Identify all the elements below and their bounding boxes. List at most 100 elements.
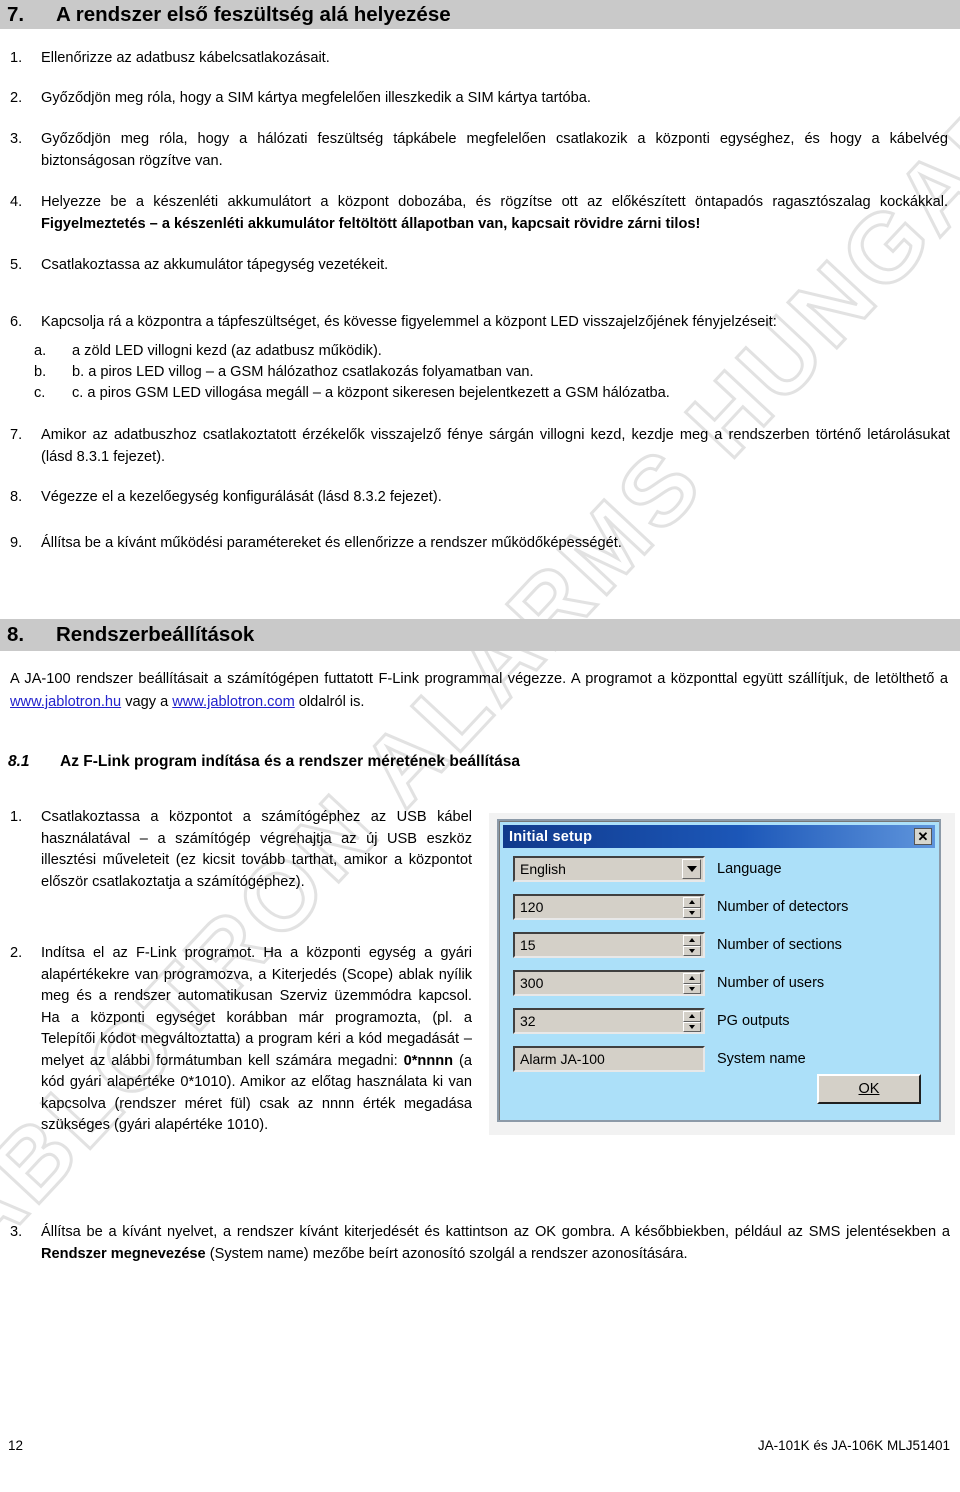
- sub-list-marker: b.: [34, 364, 47, 380]
- number-of-detectors-label: Number of detectors: [717, 899, 849, 915]
- list-text-normal: Helyezze be a készenléti akkumulátort a …: [41, 194, 948, 210]
- list-marker: 7.: [10, 427, 23, 443]
- list-marker: 8.: [10, 489, 23, 505]
- list-marker: 2.: [10, 945, 23, 961]
- spinner-icon[interactable]: [683, 1011, 701, 1032]
- intro-text-3: oldalról is.: [294, 694, 365, 710]
- list-text-bold: Rendszer megnevezése: [41, 1245, 206, 1262]
- list-text: Győződjön meg róla, hogy a hálózati fesz…: [41, 131, 948, 169]
- list-item: 4. Helyezze be a készenléti akkumulátort…: [10, 192, 948, 235]
- list-text: Amikor az adatbuszhoz csatlakoztatott ér…: [41, 427, 950, 465]
- list-item: 3. Győződjön meg róla, hogy a hálózati f…: [10, 129, 948, 172]
- list-item: 3. Állítsa be a kívánt nyelvet, a rendsz…: [10, 1222, 950, 1265]
- list-text: Állítsa be a kívánt működési paraméterek…: [41, 535, 622, 551]
- number-of-detectors-stepper[interactable]: 120: [513, 894, 705, 920]
- list-item: 7. Amikor az adatbuszhoz csatlakoztatott…: [10, 425, 950, 468]
- dialog-row-detectors: 120 Number of detectors: [513, 893, 848, 921]
- dialog-row-users: 300 Number of users: [513, 969, 824, 997]
- number-of-sections-stepper[interactable]: 15: [513, 932, 705, 958]
- list-text: Végezze el a kezelőegység konfigurálását…: [41, 489, 442, 505]
- list-marker: 5.: [10, 257, 23, 273]
- language-label: Language: [717, 861, 782, 877]
- number-of-sections-label: Number of sections: [717, 937, 842, 953]
- pg-outputs-value: 32: [520, 1013, 536, 1029]
- list-text: Csatlakoztassa a központot a számítógéph…: [41, 809, 472, 890]
- pg-outputs-label: PG outputs: [717, 1013, 790, 1029]
- section-8-1-title: Az F-Link program indítása és a rendszer…: [60, 753, 520, 770]
- system-name-label: System name: [717, 1051, 806, 1067]
- document-id: JA-101K és JA-106K MLJ51401: [757, 1438, 950, 1453]
- list-text-normal: Állítsa be a kívánt nyelvet, a rendszer …: [41, 1224, 950, 1240]
- list-item: 2. Győződjön meg róla, hogy a SIM kártya…: [10, 88, 940, 110]
- list-text-normal-2: (System name) mezőbe beírt azonosító szo…: [205, 1245, 688, 1262]
- list-item: 2. Indítsa el az F-Link programot. Ha a …: [10, 943, 472, 1137]
- list-text: Csatlakoztassa az akkumulátor tápegység …: [41, 257, 389, 273]
- list-item: 1. Ellenőrizze az adatbusz kábelcsatlako…: [10, 48, 940, 70]
- list-marker: 4.: [10, 194, 23, 210]
- intro-text-1: A JA-100 rendszer beállításait a számító…: [10, 671, 948, 687]
- list-text-normal: Indítsa el az F-Link programot. Ha a köz…: [41, 945, 472, 1069]
- list-marker: 9.: [10, 535, 23, 551]
- chevron-down-icon[interactable]: [682, 859, 701, 879]
- sub-list-item: a. a zöld LED villogni kezd (az adatbusz…: [34, 341, 944, 363]
- list-text: Helyezze be a készenléti akkumulátort a …: [41, 192, 948, 235]
- system-name-value: Alarm JA-100: [520, 1051, 605, 1067]
- spinner-icon[interactable]: [683, 973, 701, 994]
- list-marker: 2.: [10, 90, 23, 106]
- dialog-row-system-name: Alarm JA-100 System name: [513, 1045, 806, 1073]
- list-marker: 1.: [10, 50, 23, 66]
- list-item: 6. Kapcsolja rá a központra a tápfeszült…: [10, 312, 950, 334]
- section-8-intro: A JA-100 rendszer beállításait a számító…: [10, 668, 948, 714]
- number-of-sections-value: 15: [520, 937, 536, 953]
- list-marker: 6.: [10, 314, 23, 330]
- dialog-window: Initial setup ✕ English Language 120 Num…: [497, 819, 941, 1122]
- close-icon[interactable]: ✕: [914, 828, 932, 845]
- number-of-users-label: Number of users: [717, 975, 825, 991]
- list-marker: 1.: [10, 809, 23, 825]
- list-text-bold: Figyelmeztetés – a készenléti akkumuláto…: [41, 215, 701, 232]
- dialog-row-sections: 15 Number of sections: [513, 931, 842, 959]
- sub-list-item: b. b. a piros LED villog – a GSM hálózat…: [34, 362, 944, 384]
- list-text: Győződjön meg róla, hogy a SIM kártya me…: [41, 90, 591, 106]
- ok-button-label: OK: [858, 1081, 880, 1097]
- spinner-icon[interactable]: [683, 897, 701, 918]
- dialog-row-language: English Language: [513, 855, 782, 883]
- list-text: Ellenőrizze az adatbusz kábelcsatlakozás…: [41, 50, 330, 66]
- system-name-input[interactable]: Alarm JA-100: [513, 1046, 705, 1072]
- list-text: Kapcsolja rá a központra a tápfeszültség…: [41, 314, 777, 330]
- dialog-row-pg-outputs: 32 PG outputs: [513, 1007, 790, 1035]
- dialog-titlebar: Initial setup ✕: [503, 825, 935, 848]
- list-text-bold: 0*nnnn: [403, 1052, 454, 1069]
- list-item: 9. Állítsa be a kívánt működési paraméte…: [10, 533, 940, 555]
- list-text: Állítsa be a kívánt nyelvet, a rendszer …: [41, 1222, 950, 1265]
- sub-list-text: b. a piros LED villog – a GSM hálózathoz…: [72, 364, 534, 380]
- language-select[interactable]: English: [513, 856, 705, 882]
- number-of-users-value: 300: [520, 975, 544, 991]
- sub-list-text: c. a piros GSM LED villogása megáll – a …: [72, 385, 670, 401]
- intro-text-2: vagy a: [121, 694, 173, 710]
- list-text: Indítsa el az F-Link programot. Ha a köz…: [41, 943, 472, 1137]
- pg-outputs-stepper[interactable]: 32: [513, 1008, 705, 1034]
- sub-list-item: c. c. a piros GSM LED villogása megáll –…: [34, 383, 944, 405]
- section-7-number: 7.: [7, 2, 25, 26]
- section-8-heading: 8. Rendszerbeállítások: [0, 619, 960, 651]
- list-item: 1. Csatlakoztassa a központot a számítóg…: [10, 807, 472, 893]
- sub-list-marker: a.: [34, 343, 47, 359]
- list-item: 5. Csatlakoztassa az akkumulátor tápegys…: [10, 255, 940, 277]
- page-number: 12: [8, 1438, 24, 1453]
- initial-setup-dialog-screenshot: Initial setup ✕ English Language 120 Num…: [489, 813, 955, 1135]
- ok-button[interactable]: OK: [817, 1074, 921, 1104]
- list-marker: 3.: [10, 1224, 23, 1240]
- list-marker: 3.: [10, 131, 23, 147]
- jablotron-hu-link[interactable]: www.jablotron.hu: [10, 694, 121, 710]
- list-item: 8. Végezze el a kezelőegység konfigurálá…: [10, 487, 940, 509]
- number-of-users-stepper[interactable]: 300: [513, 970, 705, 996]
- spinner-icon[interactable]: [683, 935, 701, 956]
- sub-list-marker: c.: [34, 385, 46, 401]
- section-8-title: Rendszerbeállítások: [56, 623, 255, 646]
- jablotron-com-link[interactable]: www.jablotron.com: [172, 694, 294, 710]
- document-page: 7. A rendszer első feszültség alá helyez…: [0, 0, 960, 1492]
- section-7-title: A rendszer első feszültség alá helyezése: [56, 2, 451, 26]
- section-7-heading: 7. A rendszer első feszültség alá helyez…: [0, 0, 960, 29]
- section-8-1-number: 8.1: [8, 753, 30, 770]
